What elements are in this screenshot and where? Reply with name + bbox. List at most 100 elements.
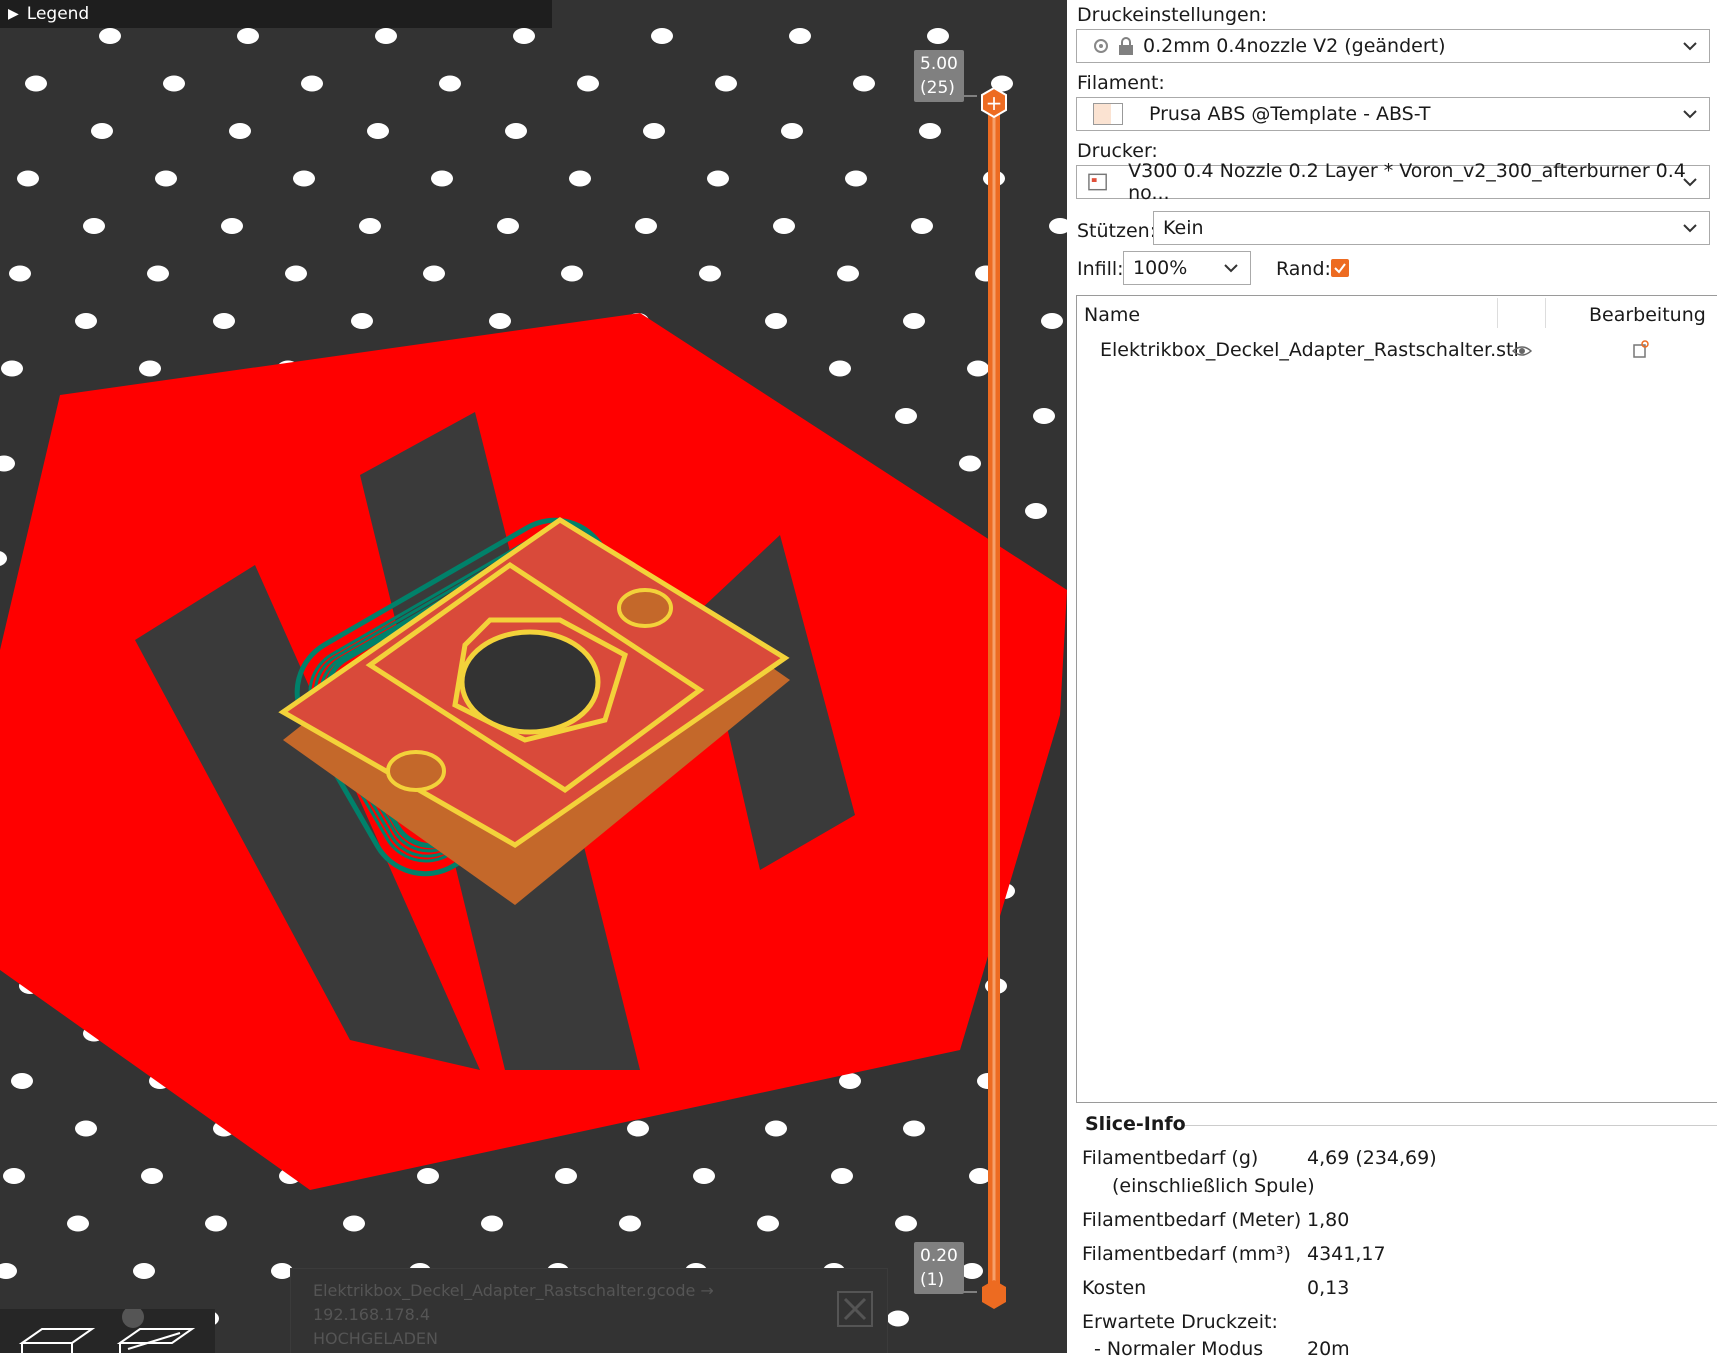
eye-icon[interactable] <box>1512 344 1532 358</box>
bed-dot <box>831 1168 853 1184</box>
bed-dot <box>439 75 461 92</box>
print-time-label: Erwartete Druckzeit: <box>1082 1311 1278 1333</box>
bed-dot <box>139 360 161 377</box>
filament-g-sub: (einschließlich Spule) <box>1112 1175 1315 1197</box>
bed-dot <box>837 265 859 282</box>
bed-dot <box>887 1310 909 1327</box>
edit-settings-icon[interactable] <box>1632 339 1650 359</box>
svg-text:+: + <box>986 91 1003 115</box>
bed-dot <box>1 360 23 377</box>
filament-select[interactable]: Prusa ABS @Template - ABS-T <box>1076 97 1710 131</box>
print-settings-label: Druckeinstellungen: <box>1077 4 1268 26</box>
cost-value: 0,13 <box>1307 1277 1350 1299</box>
indicator-dot <box>122 1306 144 1328</box>
bed-dot <box>3 1168 25 1184</box>
cost-label: Kosten <box>1082 1277 1147 1299</box>
object-name: Elektrikbox_Deckel_Adapter_Rastschalter.… <box>1100 339 1519 361</box>
column-edit[interactable]: Bearbeitung <box>1589 304 1706 326</box>
object-list-header: Name Bearbeitung <box>1077 296 1717 332</box>
bed-dot <box>961 1263 983 1279</box>
bed-dot <box>163 75 185 92</box>
bed-dot <box>83 218 105 234</box>
object-list[interactable]: Name Bearbeitung Elektrikbox_Deckel_Adap… <box>1076 295 1717 1103</box>
slider-top-height: 5.00 <box>920 54 958 74</box>
bed-dot <box>75 1120 97 1137</box>
filament-mm3-value: 4341,17 <box>1307 1243 1386 1265</box>
bed-dot <box>513 28 535 44</box>
slider-bottom-height: 0.20 <box>920 1246 958 1266</box>
list-item[interactable]: Elektrikbox_Deckel_Adapter_Rastschalter.… <box>1077 336 1717 368</box>
legend-label: Legend <box>26 4 90 24</box>
checkmark-icon <box>1334 263 1346 274</box>
gcode-preview-scene[interactable]: + <box>0 0 1067 1353</box>
bed-dot <box>293 170 315 187</box>
view-toolbar <box>0 1306 215 1353</box>
slider-top-label: 5.00 (25) <box>914 50 964 102</box>
bed-dot <box>635 218 657 234</box>
bed-dot <box>17 170 39 187</box>
bed-dot <box>781 123 803 139</box>
infill-select[interactable]: 100% <box>1123 251 1251 285</box>
bed-dot <box>627 1120 649 1137</box>
bed-dot <box>489 313 511 329</box>
bed-dot <box>25 75 47 92</box>
bed-dot <box>967 360 989 377</box>
bed-dot <box>1033 408 1055 424</box>
column-name[interactable]: Name <box>1084 304 1140 326</box>
bed-dot <box>911 218 933 234</box>
bed-dot <box>651 28 673 44</box>
bed-dot <box>285 265 307 282</box>
expand-triangle-icon: ▶ <box>8 6 19 22</box>
3d-viewport[interactable]: + ▶ Legend 5.00 (25) 0.20 (1) Elektrikbo… <box>0 0 1067 1353</box>
bed-dot <box>643 123 665 139</box>
bed-dot <box>213 313 235 329</box>
slice-info-title: Slice-Info <box>1085 1113 1186 1135</box>
toast-file: Elektrikbox_Deckel_Adapter_Rastschalter.… <box>313 1281 714 1300</box>
printer-select[interactable]: V300 0.4 Nozzle 0.2 Layer * Voron_v2_300… <box>1076 160 1710 204</box>
bed-dot <box>375 28 397 44</box>
legend-toggle[interactable]: ▶ Legend <box>0 0 552 28</box>
bed-dot <box>773 218 795 234</box>
bed-dot <box>789 28 811 44</box>
slider-top-layer: (25) <box>920 78 955 98</box>
upload-notification: Elektrikbox_Deckel_Adapter_Rastschalter.… <box>290 1268 888 1353</box>
bed-dot <box>99 28 121 44</box>
3d-view-icon[interactable] <box>18 1328 96 1353</box>
lock-icon <box>1119 37 1133 55</box>
bed-dot <box>67 1215 89 1232</box>
bed-dot <box>919 123 941 139</box>
bed-dot <box>903 313 925 329</box>
bed-dot <box>707 170 729 187</box>
bed-dot <box>1041 313 1063 329</box>
print-settings-select[interactable]: 0.2mm 0.4nozzle V2 (geändert) <box>1076 29 1710 63</box>
filament-g-value: 4,69 (234,69) <box>1307 1147 1437 1169</box>
bed-dot <box>9 265 31 282</box>
bed-dot <box>155 170 177 187</box>
filament-m-value: 1,80 <box>1307 1209 1350 1231</box>
bed-dot <box>133 1263 155 1279</box>
brim-checkbox[interactable] <box>1331 259 1349 277</box>
close-icon[interactable] <box>837 1291 873 1327</box>
slider-bottom-label: 0.20 (1) <box>914 1242 964 1294</box>
bed-dot <box>693 1168 715 1184</box>
supports-label: Stützen: <box>1077 220 1157 242</box>
bed-dot <box>895 408 917 424</box>
chevron-down-icon <box>1683 178 1697 187</box>
normal-mode-value: 20m <box>1307 1338 1350 1360</box>
print-settings-value: 0.2mm 0.4nozzle V2 (geändert) <box>1143 35 1446 57</box>
brim-label: Rand: <box>1276 258 1331 280</box>
bed-dot <box>561 265 583 282</box>
bed-dot <box>0 551 7 566</box>
bed-dot <box>237 28 259 44</box>
bed-dot <box>699 265 721 282</box>
bed-dot <box>569 170 591 187</box>
bed-dot <box>147 265 169 282</box>
toast-status: HOCHGELADEN <box>313 1329 438 1348</box>
supports-select[interactable]: Kein <box>1153 211 1710 245</box>
bed-dot <box>481 1215 503 1232</box>
bed-dot <box>301 75 323 92</box>
bed-dot <box>11 1073 33 1089</box>
bed-dot <box>91 123 113 139</box>
preview-icon[interactable] <box>116 1328 196 1353</box>
bed-dot <box>423 265 445 282</box>
